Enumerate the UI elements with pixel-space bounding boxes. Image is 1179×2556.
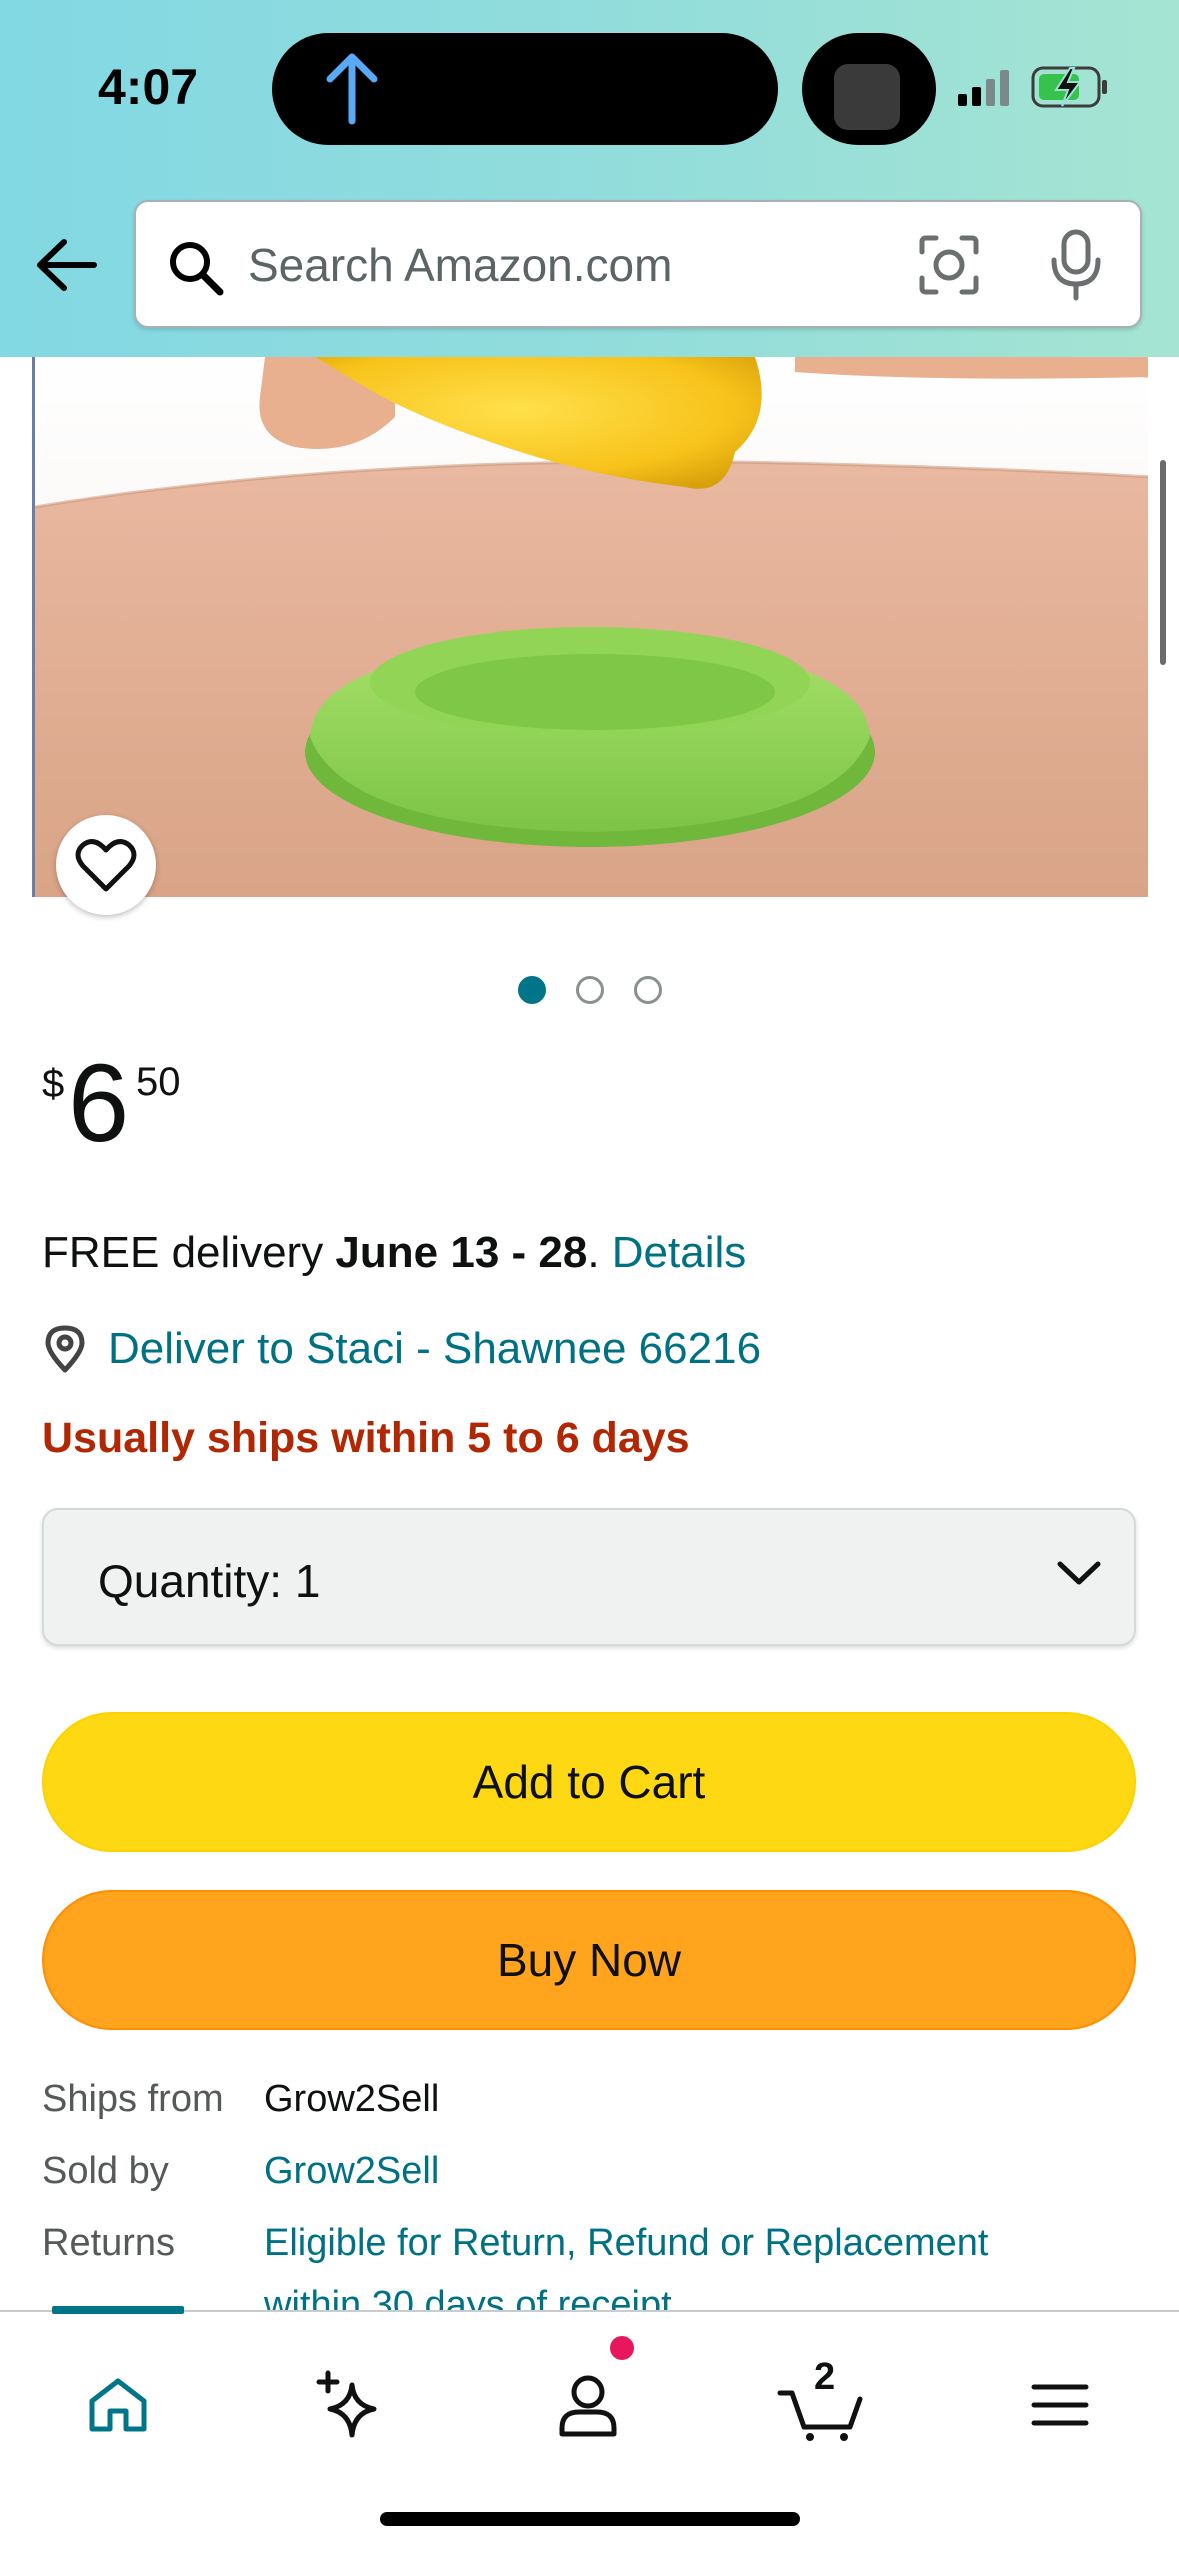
notification-badge [610, 2336, 634, 2360]
battery-charging-icon [1031, 66, 1107, 108]
live-activity-thumbnail [802, 33, 936, 145]
carousel-dot[interactable] [634, 976, 662, 1004]
returns-label: Returns [42, 2222, 176, 2264]
nav-ai-assistant[interactable] [305, 2360, 395, 2450]
buy-now-button[interactable]: Buy Now [42, 1890, 1136, 2030]
menu-icon [1031, 2384, 1089, 2426]
cellular-signal-icon [958, 70, 1009, 106]
chevron-down-icon [1057, 1561, 1101, 1585]
dynamic-island [272, 33, 778, 145]
sold-by-label: Sold by [42, 2150, 169, 2192]
delivery-info: FREE delivery June 13 - 28. Details [42, 1228, 746, 1278]
nav-menu[interactable] [1015, 2360, 1105, 2450]
search-input[interactable] [248, 230, 908, 300]
price-fraction: 50 [136, 1060, 181, 1104]
price-currency: $ [42, 1062, 65, 1106]
add-to-cart-button[interactable]: Add to Cart [42, 1712, 1136, 1852]
returns-policy-link[interactable]: Eligible for Return, Refund or Replaceme… [264, 2222, 989, 2265]
cart-count: 2 [814, 2356, 836, 2398]
ships-from-value: Grow2Sell [264, 2078, 440, 2120]
quantity-value: 1 [294, 1555, 321, 1607]
shipping-notice: Usually ships within 5 to 6 days [42, 1414, 690, 1462]
microphone-icon[interactable] [1046, 228, 1106, 302]
top-header: 4:07 [0, 0, 1179, 357]
activity-thumbnail [834, 64, 900, 130]
home-indicator [380, 2512, 800, 2526]
price-whole: 6 [68, 1042, 130, 1165]
camera-lens-icon[interactable] [914, 230, 984, 300]
quantity-text: Quantity: 1 [98, 1554, 320, 1608]
details-link[interactable]: Details [612, 1228, 747, 1277]
active-tab-indicator [52, 2306, 184, 2314]
search-icon [170, 242, 224, 296]
account-icon [559, 2375, 617, 2437]
sold-by-link[interactable]: Grow2Sell [264, 2150, 439, 2193]
ships-from-label: Ships from [42, 2078, 224, 2120]
deliver-to-location[interactable]: Deliver to Staci - Shawnee 66216 [42, 1324, 761, 1374]
quantity-label: Quantity: [98, 1555, 283, 1607]
delivery-prefix: FREE delivery [42, 1228, 336, 1277]
nav-account[interactable] [543, 2360, 633, 2450]
wishlist-button[interactable] [56, 815, 156, 915]
heart-icon [75, 838, 137, 892]
delivery-separator: . [587, 1228, 612, 1277]
nav-home[interactable] [73, 2360, 163, 2450]
product-photo [35, 357, 1148, 897]
sparkle-icon [316, 2370, 377, 2438]
search-bar[interactable] [134, 200, 1142, 328]
status-time: 4:07 [98, 59, 199, 115]
home-icon [89, 2378, 147, 2432]
back-arrow-icon[interactable] [32, 230, 102, 300]
nav-cart[interactable]: 2 [776, 2356, 866, 2450]
delivery-dates: June 13 - 28 [335, 1228, 588, 1277]
carousel-dot[interactable] [518, 976, 546, 1004]
location-pin-icon [45, 1325, 85, 1373]
product-image[interactable] [32, 357, 1148, 897]
carousel-dot[interactable] [576, 976, 604, 1004]
navigation-arrow-icon [326, 53, 378, 125]
deliver-to-link[interactable]: Deliver to Staci - Shawnee 66216 [108, 1324, 761, 1374]
image-carousel-dots[interactable] [518, 976, 662, 1004]
quantity-selector[interactable]: Quantity: 1 [42, 1508, 1136, 1646]
scroll-indicator [1160, 460, 1166, 665]
